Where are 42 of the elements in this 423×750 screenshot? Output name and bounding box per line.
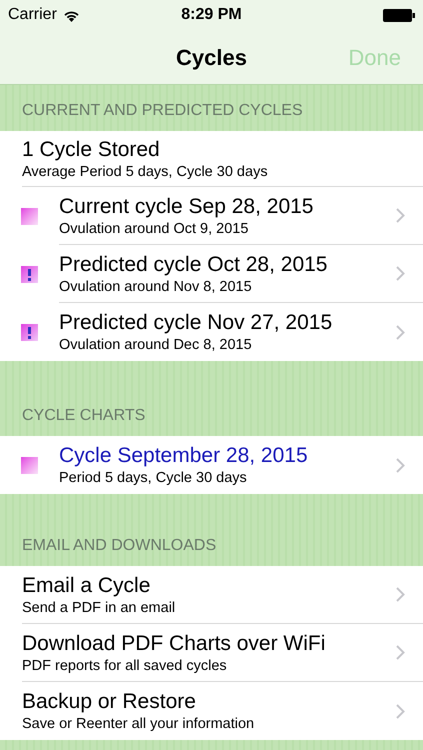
row-title: Backup or Restore xyxy=(22,689,197,715)
status-time: 8:29 PM xyxy=(181,5,242,25)
row-subtitle: Ovulation around Oct 9, 2015 xyxy=(59,220,250,238)
list-row[interactable]: Backup or Restore Save or Reenter all your information xyxy=(0,682,423,740)
alert-icon xyxy=(21,266,38,282)
nav-title: Cycles xyxy=(176,44,247,72)
chevron-icon xyxy=(396,266,405,281)
row-subtitle: Save or Reenter all your information xyxy=(22,715,256,733)
wifi-icon xyxy=(62,8,80,22)
alert-icon xyxy=(21,324,38,340)
chevron-icon xyxy=(396,704,405,718)
list-row[interactable]: Cycle September 28, 2015 Period 5 days, Cycle 30 days xyxy=(0,436,423,494)
list-row[interactable]: Download PDF Charts over WiFi PDF reports for all saved cycles xyxy=(0,624,423,682)
list-row[interactable]: Predicted cycle Oct 28, 2015 Ovulation around Nov 8, 2015 xyxy=(0,245,423,303)
row-subtitle: Ovulation around Nov 8, 2015 xyxy=(59,278,253,296)
chevron-icon xyxy=(396,645,405,660)
chevron-icon xyxy=(396,458,405,472)
row-subtitle: Period 5 days, Cycle 30 days xyxy=(59,469,248,487)
row-subtitle: Average Period 5 days, Cycle 30 days xyxy=(22,162,269,180)
row-subtitle: PDF reports for all saved cycles xyxy=(22,656,228,674)
row-title: Predicted cycle Oct 28, 2015 xyxy=(59,252,328,278)
section-header: CYCLE CHARTS xyxy=(22,406,146,426)
battery-icon xyxy=(383,8,415,22)
list-row[interactable]: Predicted cycle Nov 27, 2015 Ovulation around Dec 8, 2015 xyxy=(0,303,423,361)
carrier-label: Carrier xyxy=(8,5,57,25)
section-header: EMAIL AND DOWNLOADS xyxy=(22,536,216,556)
row-title: 1 Cycle Stored xyxy=(22,136,161,162)
chevron-icon xyxy=(396,587,405,602)
row-title: Cycle September 28, 2015 xyxy=(59,443,309,469)
row-title: Email a Cycle xyxy=(22,572,152,598)
row-title: Current cycle Sep 28, 2015 xyxy=(59,194,314,220)
cycle-marker-icon xyxy=(21,456,38,474)
row-title: Predicted cycle Nov 27, 2015 xyxy=(59,310,334,336)
section-header: CURRENT AND PREDICTED CYCLES xyxy=(22,101,303,121)
chevron-icon xyxy=(396,208,405,223)
row-subtitle: Ovulation around Dec 8, 2015 xyxy=(59,336,253,354)
list-row[interactable]: Current cycle Sep 28, 2015 Ovulation around Oct 9, 2015 xyxy=(0,187,423,245)
chevron-icon xyxy=(396,324,405,340)
row-title: Download PDF Charts over WiFi xyxy=(22,630,326,656)
cycle-marker-icon xyxy=(21,208,38,224)
list-row[interactable]: Email a Cycle Send a PDF in an email xyxy=(0,566,423,624)
row-subtitle: Send a PDF in an email xyxy=(22,598,176,616)
